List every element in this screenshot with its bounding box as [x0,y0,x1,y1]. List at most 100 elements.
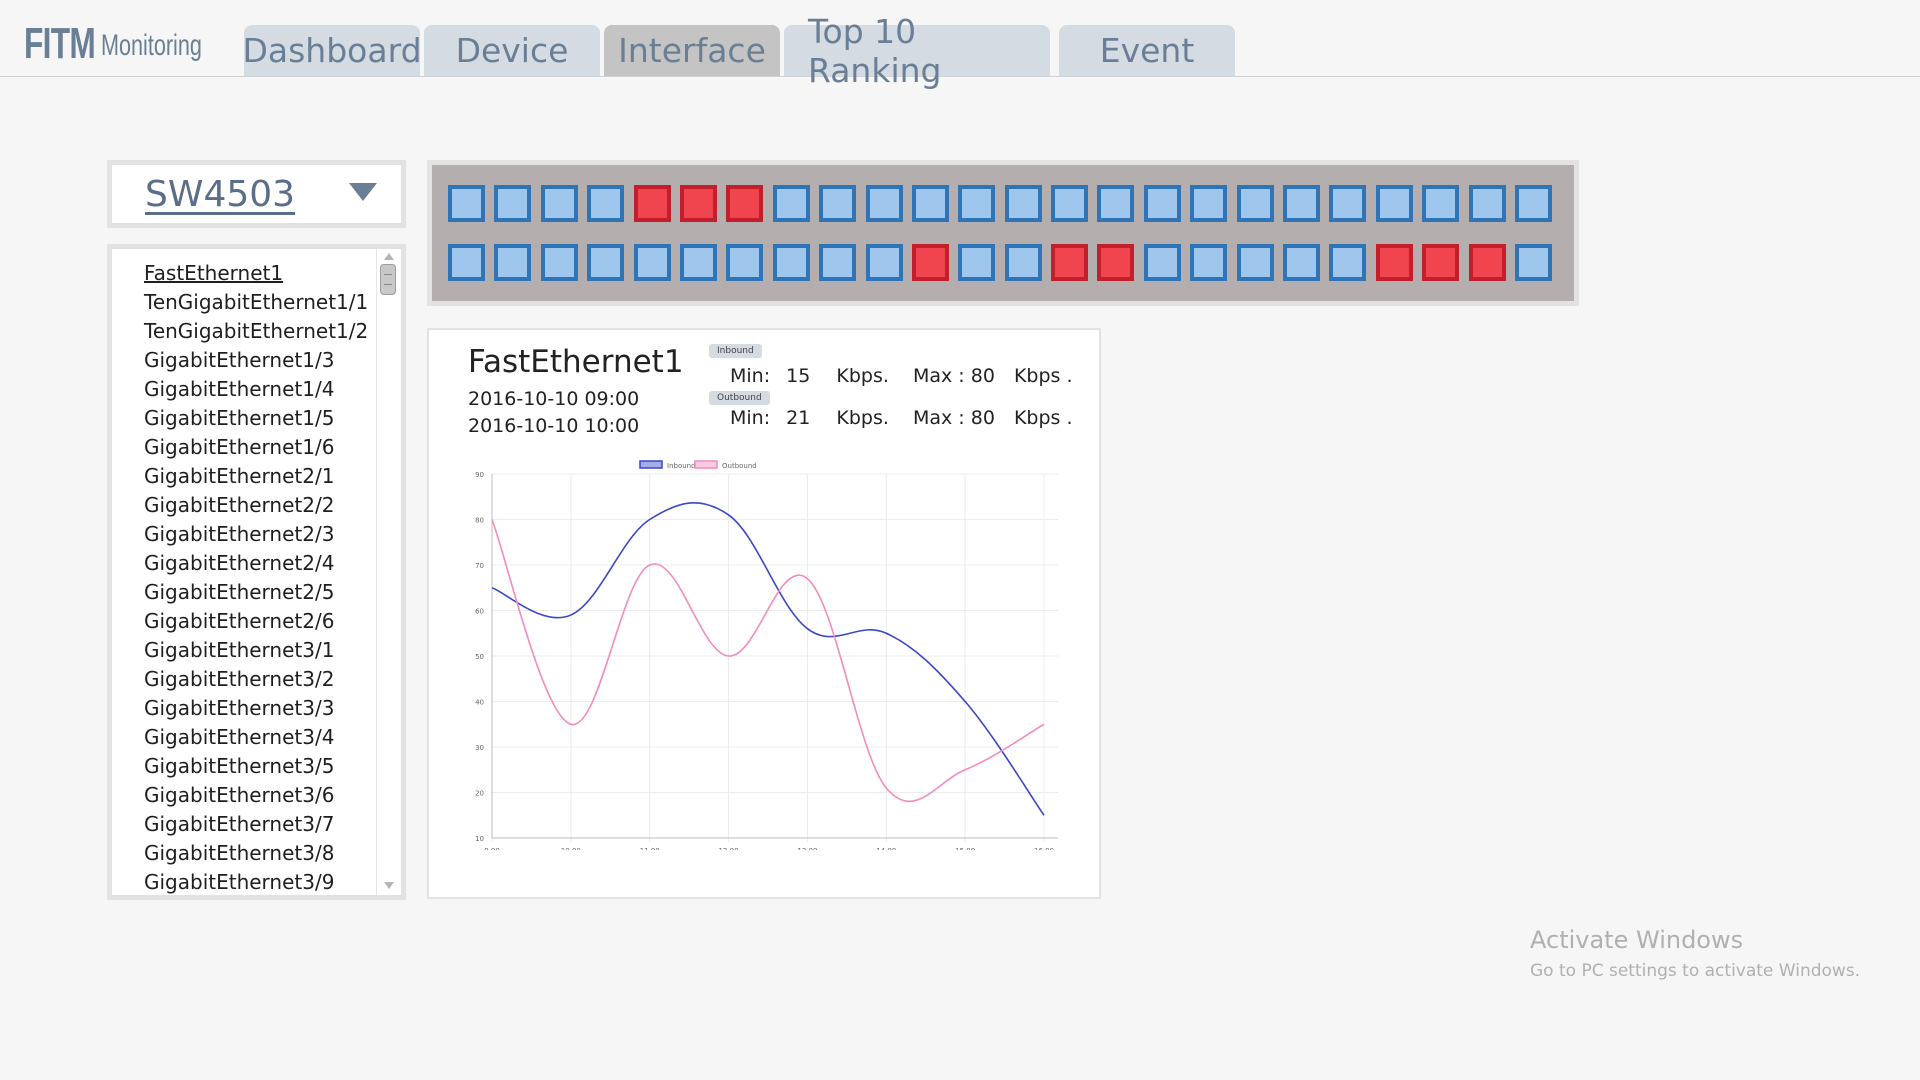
switch-port-up[interactable] [1375,185,1413,222]
switch-port-up[interactable] [494,185,532,222]
switch-port-up[interactable] [1329,185,1367,222]
interface-list-item[interactable]: FastEthernet1 [144,259,368,288]
interface-list-item[interactable]: GigabitEthernet2/1 [144,462,368,491]
switch-port-down[interactable] [1375,244,1413,281]
switch-port-up[interactable] [1190,244,1228,281]
interface-list-item[interactable]: GigabitEthernet1/3 [144,346,368,375]
interface-list-item[interactable]: TenGigabitEthernet1/1 [144,288,368,317]
switch-port-down[interactable] [679,185,717,222]
switch-port-up[interactable] [1236,185,1274,222]
switch-port-down[interactable] [1097,244,1135,281]
switch-port-up[interactable] [1190,185,1228,222]
switch-port-up[interactable] [540,185,578,222]
interface-list-item[interactable]: GigabitEthernet1/6 [144,433,368,462]
outbound-min-label: Min: [730,407,771,429]
chart-x-tick-label: 11.00 [640,847,660,850]
interface-list-item[interactable]: GigabitEthernet3/9 [144,868,368,895]
chart-x-tick-label: 13.00 [797,847,817,850]
switch-port-up[interactable] [726,244,764,281]
interface-list-item[interactable]: GigabitEthernet3/6 [144,781,368,810]
scroll-thumb[interactable] [380,264,396,295]
switch-port-up[interactable] [1329,244,1367,281]
switch-port-up[interactable] [1514,244,1552,281]
app-logo[interactable]: FITM Monitoring [24,16,241,66]
switch-port-up[interactable] [1004,185,1042,222]
tab-event[interactable]: Event [1059,25,1235,76]
switch-port-up[interactable] [772,185,810,222]
interface-list-item[interactable]: GigabitEthernet3/8 [144,839,368,868]
tab-device[interactable]: Device [424,25,600,76]
interface-list-item[interactable]: GigabitEthernet3/3 [144,694,368,723]
interface-list-item[interactable]: GigabitEthernet1/4 [144,375,368,404]
tab-interface[interactable]: Interface [604,25,780,76]
switch-port-up[interactable] [819,244,857,281]
tab-dashboard[interactable]: Dashboard [242,25,422,76]
interface-list-scrollbar[interactable] [376,249,401,895]
chart-y-tick-label: 80 [475,517,484,525]
interface-list-item[interactable]: GigabitEthernet2/2 [144,491,368,520]
scroll-down-arrow-icon[interactable] [384,882,394,889]
switch-port-up[interactable] [1422,185,1460,222]
interface-list-item[interactable]: GigabitEthernet2/6 [144,607,368,636]
chart-x-tick-label: 15.00 [955,847,975,850]
switch-port-up[interactable] [448,244,485,281]
chart-x-tick-label: 12.00 [719,847,739,850]
interface-list-item[interactable]: GigabitEthernet3/1 [144,636,368,665]
inbound-stats: Min: 15 Kbps. Max : 80 Kbps . [730,365,1073,387]
switch-port-up[interactable] [1143,185,1181,222]
interface-list-item[interactable]: GigabitEthernet3/4 [144,723,368,752]
switch-port-up[interactable] [958,244,996,281]
interface-list-item[interactable]: GigabitEthernet2/5 [144,578,368,607]
switch-port-up[interactable] [1143,244,1181,281]
switch-port-up[interactable] [865,244,903,281]
switch-port-up[interactable] [494,244,532,281]
switch-port-up[interactable] [1236,244,1274,281]
interface-list-item[interactable]: GigabitEthernet3/2 [144,665,368,694]
switch-port-up[interactable] [1468,185,1506,222]
switch-port-up[interactable] [1097,185,1135,222]
switch-port-up[interactable] [819,185,857,222]
interface-list-item[interactable]: GigabitEthernet3/7 [144,810,368,839]
switch-port-up[interactable] [911,185,949,222]
interface-list-item[interactable]: GigabitEthernet2/4 [144,549,368,578]
chart-y-tick-label: 60 [475,608,484,616]
interface-list-item[interactable]: GigabitEthernet1/5 [144,404,368,433]
switch-port-up[interactable] [1283,244,1321,281]
switch-port-up[interactable] [772,244,810,281]
switch-port-down[interactable] [1422,244,1460,281]
switch-port-down[interactable] [911,244,949,281]
tab-top-10-ranking[interactable]: Top 10 Ranking [784,12,1050,90]
switch-port-up[interactable] [587,244,625,281]
interface-list-item[interactable]: GigabitEthernet3/5 [144,752,368,781]
switch-port-up[interactable] [587,185,625,222]
switch-port-up[interactable] [1283,185,1321,222]
logo-main-text: FITM [24,19,96,68]
switch-port-up[interactable] [1514,185,1552,222]
switch-port-up[interactable] [1004,244,1042,281]
device-select-value: SW4503 [145,174,296,215]
switch-port-up[interactable] [448,185,485,222]
outbound-min-value: 21 [786,407,811,429]
switch-port-up[interactable] [679,244,717,281]
interface-list-item[interactable]: GigabitEthernet2/3 [144,520,368,549]
switch-port-panel [427,160,1579,306]
outbound-min-unit: Kbps. [836,407,889,429]
switch-port-up[interactable] [540,244,578,281]
scroll-up-arrow-icon[interactable] [384,253,394,260]
switch-port-down[interactable] [726,185,764,222]
dropdown-triangle-icon[interactable] [349,183,377,201]
time-range-start: 2016-10-10 09:00 [468,388,640,410]
switch-port-up[interactable] [958,185,996,222]
switch-port-up[interactable] [865,185,903,222]
switch-port-down[interactable] [1468,244,1506,281]
device-select[interactable]: SW4503 [107,160,406,228]
switch-port-down[interactable] [1051,244,1089,281]
interface-list-item[interactable]: TenGigabitEthernet1/2 [144,317,368,346]
switch-port-up[interactable] [633,244,671,281]
port-row-top [448,185,1561,222]
switch-port-up[interactable] [1051,185,1089,222]
chart-legend-swatch-outbound [694,460,718,469]
time-range-end: 2016-10-10 10:00 [468,415,640,437]
switch-port-down[interactable] [633,185,671,222]
chart-y-tick-label: 20 [475,790,484,798]
